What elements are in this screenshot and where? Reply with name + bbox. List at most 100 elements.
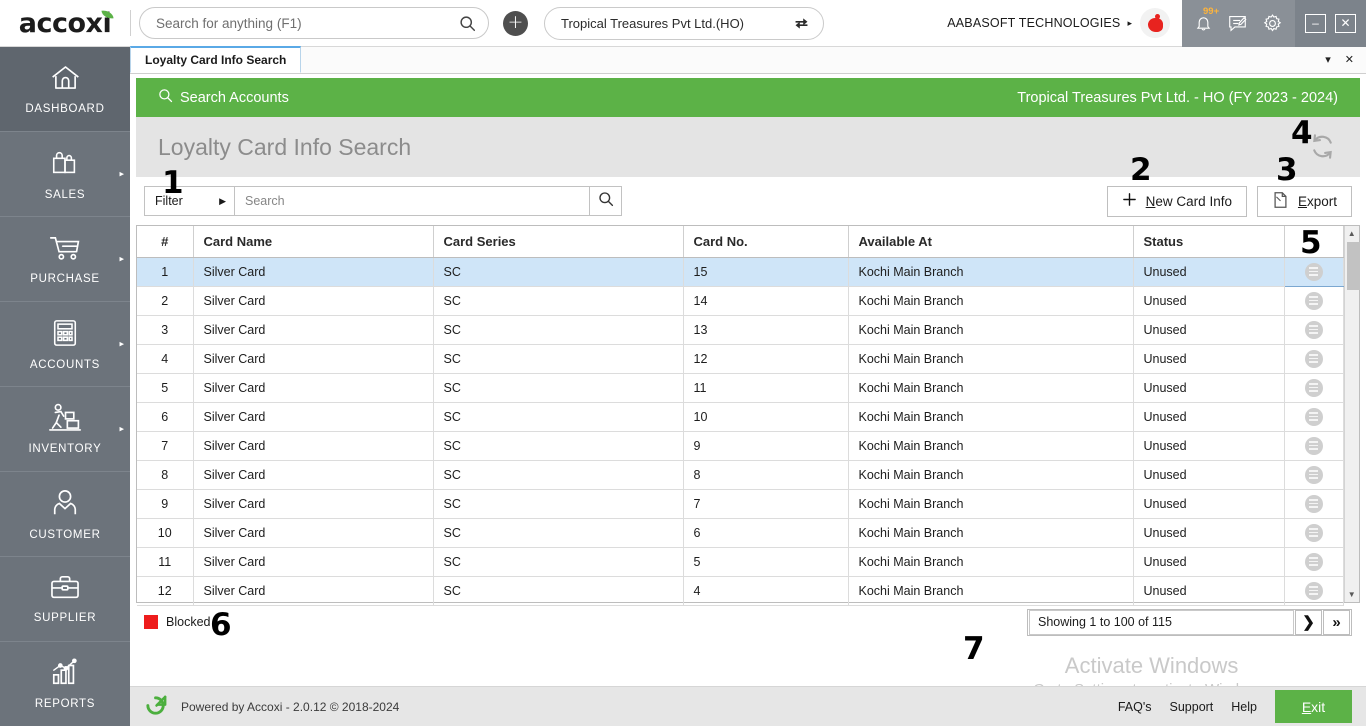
sidebar-item-supplier[interactable]: SUPPLIER — [0, 557, 130, 642]
row-menu-icon[interactable] — [1304, 407, 1323, 426]
switch-company-icon[interactable] — [792, 15, 811, 32]
row-card-no: 4 — [683, 576, 849, 606]
row-index: 1 — [137, 257, 194, 287]
table-row[interactable]: 11 Silver Card SC 5 Kochi Main Branch Unused — [137, 547, 1344, 577]
sidebar-item-label: SUPPLIER — [33, 612, 97, 624]
column-header-status[interactable]: Status — [1133, 226, 1285, 258]
column-header-available-at[interactable]: Available At — [848, 226, 1134, 258]
row-menu-icon[interactable] — [1304, 291, 1323, 310]
row-available-at: Kochi Main Branch — [848, 344, 1134, 374]
global-search[interactable] — [139, 7, 489, 39]
table-row[interactable]: 4 Silver Card SC 12 Kochi Main Branch Unused — [137, 344, 1344, 374]
filter-dropdown-button[interactable]: Filter ▶ — [144, 186, 234, 216]
company-selector[interactable]: Tropical Treasures Pvt Ltd.(HO) — [544, 6, 824, 40]
accoxi-logo[interactable]: accoxi — [0, 0, 130, 47]
row-action-cell[interactable] — [1284, 257, 1344, 287]
sidebar-item-purchase[interactable]: PURCHASE ▸ — [0, 217, 130, 302]
sidebar-item-customer[interactable]: CUSTOMER — [0, 472, 130, 557]
sidebar-item-sales[interactable]: SALES ▸ — [0, 132, 130, 217]
row-action-cell[interactable] — [1284, 518, 1344, 548]
row-status: Unused — [1133, 373, 1285, 403]
tab-list-dropdown-icon[interactable]: ▾ — [1325, 53, 1331, 66]
bell-icon[interactable]: 99+ — [1194, 6, 1219, 33]
scrollbar-thumb[interactable] — [1346, 242, 1360, 290]
row-action-cell[interactable] — [1284, 547, 1344, 577]
next-page-button[interactable]: ❯ — [1295, 609, 1322, 635]
last-page-button[interactable]: » — [1323, 609, 1350, 635]
scroll-up-arrow-icon[interactable]: ▲ — [1348, 226, 1356, 241]
minimize-button[interactable]: – — [1305, 13, 1326, 33]
column-header-actions — [1284, 226, 1344, 258]
sidebar-item-reports[interactable]: REPORTS — [0, 642, 130, 726]
column-header-card-name[interactable]: Card Name — [193, 226, 434, 258]
row-available-at: Kochi Main Branch — [848, 373, 1134, 403]
row-menu-icon[interactable] — [1304, 494, 1323, 513]
table-vertical-scrollbar[interactable]: ▲ ▼ — [1343, 226, 1360, 602]
row-menu-icon[interactable] — [1304, 552, 1323, 571]
data-table-container: # Card Name Card Series Card No. Availab… — [136, 225, 1360, 606]
app-window: accoxi + Tropical Treasures Pvt Ltd.(HO) — [0, 0, 1366, 726]
table-row[interactable]: 5 Silver Card SC 11 Kochi Main Branch Unused — [137, 373, 1344, 403]
chevron-right-icon[interactable]: ▸ — [119, 254, 124, 265]
table-row[interactable]: 2 Silver Card SC 14 Kochi Main Branch Unused — [137, 286, 1344, 316]
row-action-cell[interactable] — [1284, 460, 1344, 490]
column-header-card-no[interactable]: Card No. — [683, 226, 849, 258]
footer-link-support[interactable]: Support — [1170, 700, 1214, 714]
filter-caret-icon: ▶ — [219, 195, 226, 206]
row-action-cell[interactable] — [1284, 286, 1344, 316]
table-row[interactable]: 6 Silver Card SC 10 Kochi Main Branch Unused — [137, 402, 1344, 432]
table-row[interactable]: 7 Silver Card SC 9 Kochi Main Branch Unused — [137, 431, 1344, 461]
new-card-info-button[interactable]: New Card Info — [1106, 185, 1247, 217]
table-row[interactable]: 8 Silver Card SC 8 Kochi Main Branch Unused — [137, 460, 1344, 490]
table-row[interactable]: 1 Silver Card SC 15 Kochi Main Branch Unused — [137, 257, 1344, 287]
row-menu-icon[interactable] — [1304, 378, 1323, 397]
row-action-cell[interactable] — [1284, 344, 1344, 374]
search-submit-button[interactable] — [589, 186, 622, 216]
gear-icon[interactable] — [1262, 13, 1283, 34]
table-row[interactable]: 12 Silver Card SC 4 Kochi Main Branch Unused — [137, 576, 1344, 606]
scroll-down-arrow-icon[interactable]: ▼ — [1348, 587, 1356, 602]
chevron-right-icon[interactable]: ▸ — [1127, 18, 1132, 29]
sidebar-item-accounts[interactable]: ACCOUNTS ▸ — [0, 302, 130, 387]
tab-loyalty-card-info-search[interactable]: Loyalty Card Info Search — [130, 46, 302, 73]
chevron-right-icon[interactable]: ▸ — [119, 169, 124, 180]
row-action-cell[interactable] — [1284, 431, 1344, 461]
user-avatar-icon[interactable] — [1140, 8, 1170, 38]
close-button[interactable]: ✕ — [1335, 13, 1356, 33]
row-action-cell[interactable] — [1284, 489, 1344, 519]
row-action-cell[interactable] — [1284, 315, 1344, 345]
row-action-cell[interactable] — [1284, 402, 1344, 432]
row-menu-icon[interactable] — [1304, 349, 1323, 368]
row-action-cell[interactable] — [1284, 576, 1344, 606]
exit-button[interactable]: Exit — [1275, 690, 1352, 723]
row-menu-icon[interactable] — [1304, 436, 1323, 455]
table-row[interactable]: 10 Silver Card SC 6 Kochi Main Branch Unused — [137, 518, 1344, 548]
row-menu-icon[interactable] — [1304, 523, 1323, 542]
row-menu-icon[interactable] — [1304, 581, 1323, 600]
chevron-right-icon[interactable]: ▸ — [119, 339, 124, 350]
add-new-button[interactable]: + — [503, 10, 528, 36]
row-menu-icon[interactable] — [1304, 262, 1323, 281]
chevron-right-icon[interactable]: ▸ — [119, 424, 124, 435]
row-available-at: Kochi Main Branch — [848, 489, 1134, 519]
table-row[interactable]: 3 Silver Card SC 13 Kochi Main Branch Unused — [137, 315, 1344, 345]
row-menu-icon[interactable] — [1304, 320, 1323, 339]
tab-close-icon[interactable]: ✕ — [1345, 53, 1354, 66]
global-search-input[interactable] — [156, 15, 459, 31]
table-row[interactable]: 9 Silver Card SC 7 Kochi Main Branch Unused — [137, 489, 1344, 519]
refresh-icon[interactable] — [1307, 131, 1338, 167]
row-menu-icon[interactable] — [1304, 465, 1323, 484]
search-input[interactable] — [234, 186, 589, 216]
sidebar-item-inventory[interactable]: INVENTORY ▸ — [0, 387, 130, 472]
sidebar-item-dashboard[interactable]: DASHBOARD — [0, 47, 130, 132]
row-action-cell[interactable] — [1284, 373, 1344, 403]
message-edit-icon[interactable] — [1227, 14, 1248, 33]
search-icon[interactable] — [459, 15, 476, 32]
column-header-index[interactable]: # — [137, 226, 194, 258]
footer-link-help[interactable]: Help — [1231, 700, 1257, 714]
export-button[interactable]: Export — [1256, 185, 1352, 217]
footer-link-faqs[interactable]: FAQ's — [1118, 700, 1152, 714]
column-header-card-series[interactable]: Card Series — [433, 226, 684, 258]
row-card-name: Silver Card — [193, 576, 434, 606]
row-available-at: Kochi Main Branch — [848, 286, 1134, 316]
